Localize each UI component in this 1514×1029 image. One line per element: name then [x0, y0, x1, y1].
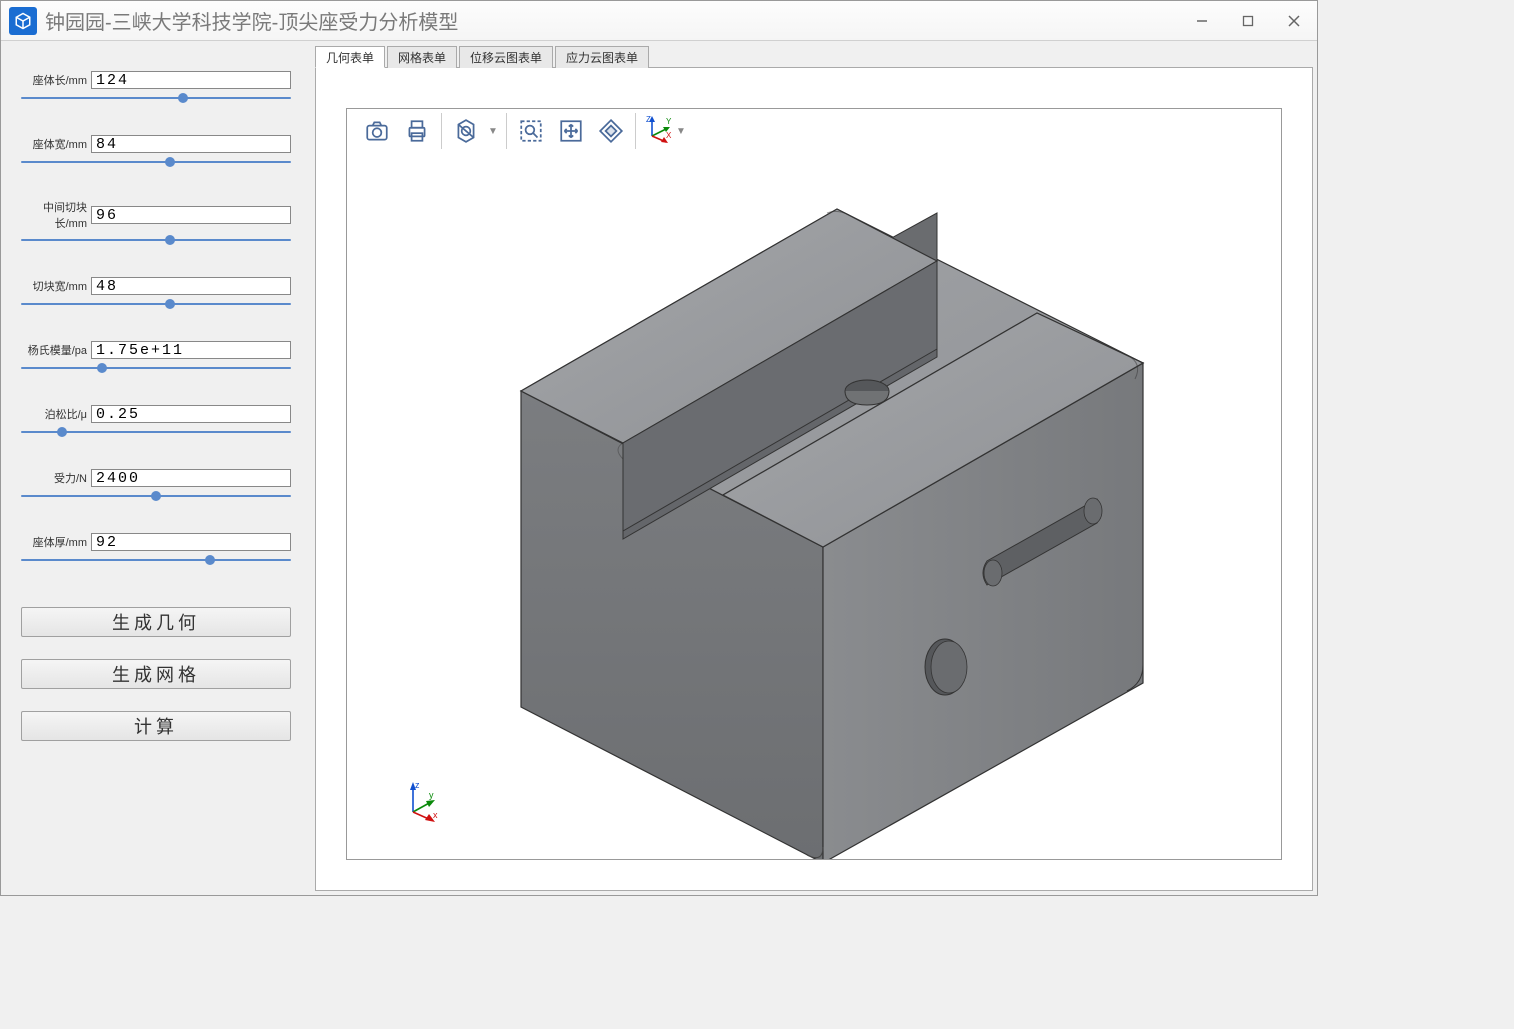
param-group: 中间切块长/mm	[21, 199, 291, 247]
tab-content: ▼	[315, 67, 1313, 891]
axis-y-label: Y	[666, 117, 672, 126]
minimize-button[interactable]	[1179, 1, 1225, 41]
calculate-button[interactable]: 计算	[21, 711, 291, 741]
viewer-toolbar: ▼	[347, 109, 1281, 153]
param-input[interactable]	[91, 341, 291, 359]
param-group: 泊松比/μ	[21, 405, 291, 439]
model-3d	[397, 153, 1217, 859]
main-area: 几何表单网格表单位移云图表单应力云图表单	[311, 41, 1317, 895]
param-label: 受力/N	[21, 470, 91, 486]
tabs: 几何表单网格表单位移云图表单应力云图表单	[315, 45, 1313, 67]
axis-widget-toolbar[interactable]: Z Y X	[642, 114, 672, 149]
param-label: 座体长/mm	[21, 72, 91, 88]
param-slider[interactable]	[21, 155, 291, 169]
param-group: 切块宽/mm	[21, 277, 291, 311]
maximize-button[interactable]	[1225, 1, 1271, 41]
titlebar: 钟园园-三峡大学科技学院-顶尖座受力分析模型	[1, 1, 1317, 41]
param-input[interactable]	[91, 533, 291, 551]
zoom-rect-icon[interactable]	[513, 113, 549, 149]
param-label: 座体宽/mm	[21, 136, 91, 152]
param-slider[interactable]	[21, 553, 291, 567]
window-controls	[1179, 1, 1317, 41]
generate-geometry-button[interactable]: 生成几何	[21, 607, 291, 637]
generate-mesh-button[interactable]: 生成网格	[21, 659, 291, 689]
app-window: 钟园园-三峡大学科技学院-顶尖座受力分析模型 座体长/mm	[0, 0, 1318, 896]
svg-text:x: x	[433, 810, 438, 820]
param-input[interactable]	[91, 71, 291, 89]
print-icon[interactable]	[399, 113, 435, 149]
param-input[interactable]	[91, 206, 291, 224]
settings-icon[interactable]	[448, 113, 484, 149]
parameter-list: 座体长/mm 座体宽/mm 中间切块长/mm	[21, 71, 291, 597]
pan-icon[interactable]	[553, 113, 589, 149]
viewer: ▼	[346, 108, 1282, 860]
param-slider[interactable]	[21, 361, 291, 375]
axis-x-label: X	[666, 131, 672, 140]
chevron-down-icon[interactable]: ▼	[676, 126, 688, 137]
param-label: 切块宽/mm	[21, 278, 91, 294]
axis-z-label: Z	[646, 115, 651, 124]
param-label: 中间切块长/mm	[21, 199, 91, 231]
tab[interactable]: 网格表单	[387, 46, 457, 68]
param-slider[interactable]	[21, 91, 291, 105]
param-input[interactable]	[91, 277, 291, 295]
param-group: 座体长/mm	[21, 71, 291, 105]
close-button[interactable]	[1271, 1, 1317, 41]
viewport-3d[interactable]: z y x	[347, 153, 1281, 859]
tab[interactable]: 几何表单	[315, 46, 385, 68]
fit-view-icon[interactable]	[593, 113, 629, 149]
svg-text:z: z	[415, 780, 420, 790]
param-slider[interactable]	[21, 233, 291, 247]
axis-triad: z y x	[401, 778, 445, 827]
param-slider[interactable]	[21, 489, 291, 503]
sidebar: 座体长/mm 座体宽/mm 中间切块长/mm	[1, 41, 311, 895]
param-input[interactable]	[91, 405, 291, 423]
app-icon	[9, 7, 37, 35]
tab[interactable]: 应力云图表单	[555, 46, 649, 68]
param-group: 座体厚/mm	[21, 533, 291, 567]
chevron-down-icon[interactable]: ▼	[488, 126, 500, 137]
param-input[interactable]	[91, 469, 291, 487]
param-group: 杨氏模量/pa	[21, 341, 291, 375]
param-group: 受力/N	[21, 469, 291, 503]
camera-icon[interactable]	[359, 113, 395, 149]
window-title: 钟园园-三峡大学科技学院-顶尖座受力分析模型	[45, 6, 1179, 35]
param-input[interactable]	[91, 135, 291, 153]
param-slider[interactable]	[21, 297, 291, 311]
param-label: 座体厚/mm	[21, 534, 91, 550]
svg-text:y: y	[429, 790, 434, 800]
param-slider[interactable]	[21, 425, 291, 439]
param-label: 泊松比/μ	[21, 406, 91, 422]
tab[interactable]: 位移云图表单	[459, 46, 553, 68]
param-label: 杨氏模量/pa	[21, 342, 91, 358]
body: 座体长/mm 座体宽/mm 中间切块长/mm	[1, 41, 1317, 895]
param-group: 座体宽/mm	[21, 135, 291, 169]
action-buttons: 生成几何 生成网格 计算	[21, 607, 291, 763]
